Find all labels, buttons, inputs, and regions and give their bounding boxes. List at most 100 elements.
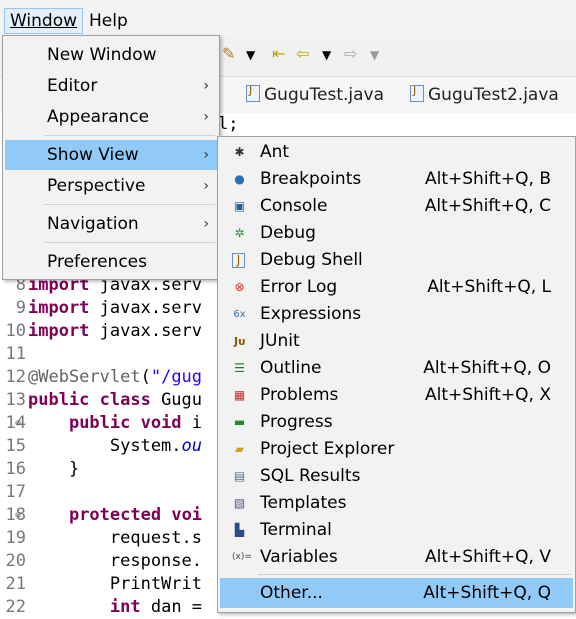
view-item-label: Problems: [260, 385, 339, 405]
line-number: 20: [5, 551, 26, 571]
shortcut-label: Alt+Shift+Q, O: [423, 358, 551, 378]
code-line: int dan =: [109, 597, 203, 617]
menu-window-label: Window: [10, 11, 78, 31]
problems-icon: ▦: [233, 388, 246, 402]
view-item-breakpoints[interactable]: ● Breakpoints Alt+Shift+Q, B: [220, 166, 573, 193]
line-number: 11: [5, 344, 26, 364]
view-item-label: Console: [260, 196, 328, 216]
menu-item-perspective[interactable]: Perspective ›: [5, 171, 217, 201]
view-item-label: Other...: [260, 583, 323, 603]
fold-marker-icon[interactable]: ⊖: [15, 418, 21, 429]
code-line: request.s: [28, 528, 202, 548]
view-item-junit[interactable]: Jᴜ JUnit: [220, 328, 573, 355]
tab-label: GuguTest.java: [264, 85, 385, 105]
menu-item-appearance[interactable]: Appearance ›: [5, 102, 217, 132]
debug-shell-icon: J: [232, 253, 245, 268]
line-number: 18: [5, 505, 26, 525]
show-view-submenu: ✱ Ant ● Breakpoints Alt+Shift+Q, B ▣ Con…: [217, 136, 576, 613]
view-item-label: Breakpoints: [260, 169, 362, 189]
shortcut-label: Alt+Shift+Q, X: [425, 385, 551, 405]
forward-icon[interactable]: ⇨: [344, 44, 357, 63]
menu-item-preferences[interactable]: Preferences: [5, 247, 217, 277]
terminal-icon: ▙: [234, 523, 245, 537]
chevron-down-icon[interactable]: ▼: [246, 48, 255, 62]
view-item-sql-results[interactable]: ▤ SQL Results: [220, 463, 573, 490]
view-item-outline[interactable]: ☰ Outline Alt+Shift+Q, O: [220, 355, 573, 382]
java-file-icon: [246, 84, 260, 102]
line-number: 19: [5, 528, 26, 548]
view-item-ant[interactable]: ✱ Ant: [220, 139, 573, 166]
chevron-right-icon: ›: [203, 216, 209, 232]
view-item-project-explorer[interactable]: ▰ Project Explorer: [220, 436, 573, 463]
java-file-icon: [410, 84, 424, 102]
view-item-label: Progress: [260, 412, 333, 432]
menu-help[interactable]: Help: [84, 9, 133, 33]
view-item-label: Variables: [260, 547, 338, 567]
code-line: PrintWrit: [28, 574, 202, 594]
debug-icon: ✲: [234, 226, 245, 240]
shortcut-label: Alt+Shift+Q, L: [427, 277, 551, 297]
view-item-label: Templates: [260, 493, 347, 513]
shortcut-label: Alt+Shift+Q, Q: [423, 583, 551, 603]
expressions-icon: 6x: [233, 309, 246, 320]
view-item-debug[interactable]: ✲ Debug: [220, 220, 573, 247]
code-line: import javax.serv: [28, 321, 203, 341]
code-fragment: l;: [218, 114, 239, 134]
view-item-variables[interactable]: (x)= Variables Alt+Shift+Q, V: [220, 544, 573, 571]
back-icon[interactable]: ⇦: [296, 44, 309, 63]
view-item-error-log[interactable]: ⊗ Error Log Alt+Shift+Q, L: [220, 274, 573, 301]
menu-item-label: Show View: [47, 145, 139, 165]
menu-item-label: Navigation: [47, 214, 139, 234]
line-number: 12: [5, 367, 26, 387]
tab-gugutest[interactable]: GuguTest.java: [246, 84, 385, 105]
chevron-down-icon[interactable]: ▼: [322, 48, 331, 62]
tab-gugutest2[interactable]: GuguTest2.java: [410, 84, 559, 105]
menu-help-label: Help: [89, 11, 128, 31]
code-line: System.ou: [28, 436, 203, 456]
menu-item-new-window[interactable]: New Window: [5, 40, 217, 70]
variables-icon: (x)=: [232, 552, 252, 562]
menu-separator: [45, 204, 215, 205]
line-number: 21: [5, 574, 26, 594]
fold-marker-icon[interactable]: ⊖: [15, 510, 21, 521]
view-item-label: Ant: [260, 142, 290, 162]
menu-item-navigation[interactable]: Navigation ›: [5, 209, 217, 239]
line-number: 10: [5, 321, 26, 341]
line-number: 9: [15, 298, 26, 318]
chevron-down-icon[interactable]: ▼: [370, 48, 379, 62]
code-line: protected voi: [68, 505, 203, 525]
view-item-label: Debug: [260, 223, 316, 243]
view-item-terminal[interactable]: ▙ Terminal: [220, 517, 573, 544]
code-line: import javax.serv: [28, 298, 203, 318]
view-item-console[interactable]: ▣ Console Alt+Shift+Q, C: [220, 193, 573, 220]
view-item-label: Expressions: [260, 304, 362, 324]
ant-icon: ✱: [234, 145, 245, 159]
chevron-right-icon: ›: [203, 78, 209, 94]
menu-item-label: Preferences: [47, 252, 147, 272]
code-line: }: [28, 459, 80, 479]
shortcut-label: Alt+Shift+Q, V: [425, 547, 551, 567]
menu-item-label: New Window: [47, 45, 157, 65]
templates-icon: ▧: [233, 496, 246, 510]
menu-item-show-view[interactable]: Show View ›: [5, 140, 217, 170]
view-item-problems[interactable]: ▦ Problems Alt+Shift+Q, X: [220, 382, 573, 409]
code-line: @WebServlet("/gug: [28, 367, 203, 387]
view-item-label: SQL Results: [260, 466, 361, 486]
view-item-templates[interactable]: ▧ Templates: [220, 490, 573, 517]
line-number: 22: [5, 597, 26, 617]
menubar: Window Help: [0, 0, 576, 36]
view-item-other[interactable]: Other... Alt+Shift+Q, Q: [220, 578, 573, 608]
menu-separator: [45, 135, 215, 136]
view-item-label: JUnit: [260, 331, 300, 351]
project-explorer-icon: ▰: [234, 442, 245, 456]
outline-icon: ☰: [234, 361, 245, 375]
sql-results-icon: ▤: [233, 469, 246, 483]
view-item-expressions[interactable]: 6x Expressions: [220, 301, 573, 328]
code-line: response.: [28, 551, 202, 571]
view-item-progress[interactable]: ▬ Progress: [220, 409, 573, 436]
menu-window[interactable]: Window: [4, 8, 84, 34]
menu-item-editor[interactable]: Editor ›: [5, 71, 217, 101]
wand-icon[interactable]: ✎: [222, 44, 235, 63]
prev-annotation-icon[interactable]: ⇤: [272, 44, 285, 63]
view-item-debug-shell[interactable]: J Debug Shell: [220, 247, 573, 274]
